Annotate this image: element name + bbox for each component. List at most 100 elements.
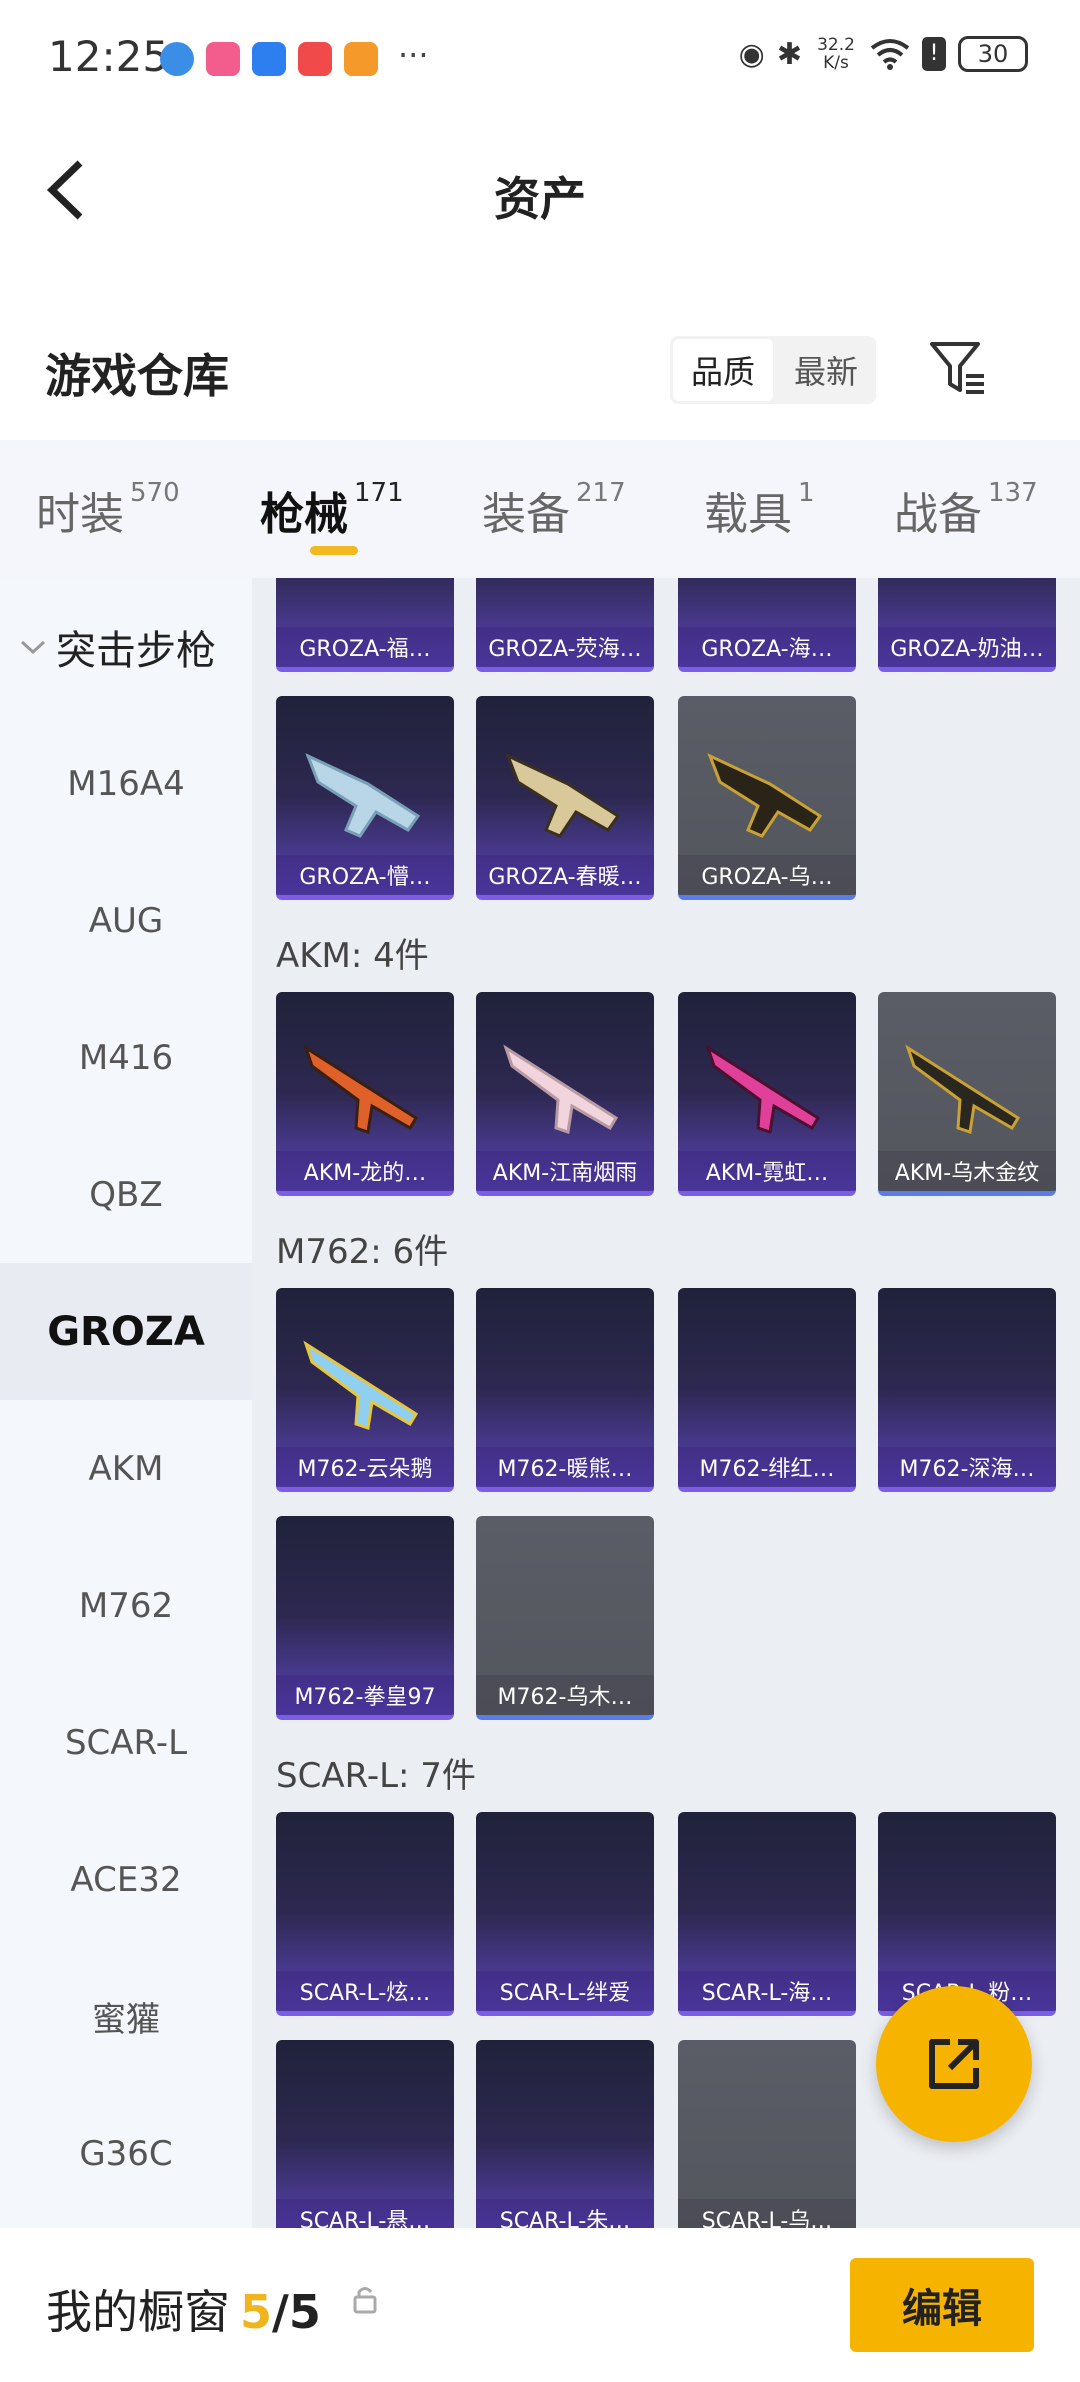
tab-label: 载具 <box>704 489 792 540</box>
sidebar-item-akm[interactable]: AKM <box>0 1400 252 1537</box>
skin-card[interactable]: M762-拳皇97 <box>276 1516 454 1720</box>
shop-app-icon <box>298 42 332 76</box>
edit-button[interactable]: 编辑 <box>850 2258 1034 2352</box>
bluetooth-app-icon <box>252 42 286 76</box>
tab-equipment[interactable]: 装备 217 <box>482 478 626 542</box>
weapon-type-sidebar: 突击步枪 M16A4 AUG M416 QBZ GROZA AKM M762 S… <box>0 578 252 2228</box>
skin-card[interactable]: SCAR-L-悬… <box>276 2040 454 2228</box>
showcase-title: 我的橱窗 5/5 <box>46 2276 321 2342</box>
skin-card[interactable]: M762-乌木… <box>476 1516 654 1720</box>
sidebar-item-aug[interactable]: AUG <box>0 852 252 989</box>
network-speed: 32.2 K/s <box>814 36 858 72</box>
tab-label: 战备 <box>894 489 982 540</box>
skin-card[interactable]: GROZA-荧海… <box>476 578 654 672</box>
skin-card[interactable]: AKM-乌木金纹 <box>878 992 1056 1196</box>
skin-card[interactable]: SCAR-L-粉… <box>878 1812 1056 2016</box>
status-time: 12:25 <box>48 32 170 81</box>
skin-name: M762-暖熊… <box>476 1447 654 1487</box>
skin-name: GROZA-懵… <box>276 855 454 895</box>
more-notifications-icon: ··· <box>398 36 429 74</box>
sidebar-item-qbz[interactable]: QBZ <box>0 1126 252 1263</box>
eye-icon: ◉ <box>738 36 765 72</box>
notification-icons <box>160 42 378 76</box>
sidebar-item-scar-l[interactable]: SCAR-L <box>0 1674 252 1811</box>
skin-name: AKM-江南烟雨 <box>476 1151 654 1191</box>
skin-card[interactable]: SCAR-L-乌… <box>678 2040 856 2228</box>
skin-name: SCAR-L-乌… <box>678 2199 856 2228</box>
page-title: 资产 <box>494 172 586 226</box>
skin-card[interactable]: M762-深海… <box>878 1288 1056 1492</box>
skin-card[interactable]: M762-绯红… <box>678 1288 856 1492</box>
tab-count: 570 <box>130 478 180 508</box>
sidebar-item-honey-badger[interactable]: 蜜獾 <box>0 1948 252 2085</box>
status-right: ◉ ✱ 32.2 K/s ! 30 <box>739 36 1028 72</box>
group-label-m762: M762: 6件 <box>276 1232 449 1272</box>
skin-name: M762-拳皇97 <box>276 1675 454 1715</box>
share-fab-button[interactable] <box>876 1986 1032 2142</box>
skin-card[interactable]: M762-暖熊… <box>476 1288 654 1492</box>
skin-card[interactable]: GROZA-海… <box>678 578 856 672</box>
lock-icon <box>353 2287 377 2314</box>
akm-skin-image <box>705 1044 821 1134</box>
sort-latest-button[interactable]: 最新 <box>776 336 876 404</box>
speed-unit: K/s <box>823 53 849 73</box>
skin-card[interactable]: M762-云朵鹅 <box>276 1288 454 1492</box>
skin-card[interactable]: AKM-霓虹… <box>678 992 856 1196</box>
skin-name: GROZA-海… <box>678 627 856 667</box>
skin-name: AKM-霓虹… <box>678 1151 856 1191</box>
active-tab-indicator <box>310 546 358 555</box>
filter-icon[interactable] <box>928 338 988 398</box>
tab-label: 枪械 <box>260 489 348 540</box>
warehouse-header: 游戏仓库 品质 最新 <box>0 300 1080 440</box>
skin-card[interactable]: GROZA-乌… <box>678 696 856 900</box>
sort-quality-button[interactable]: 品质 <box>673 339 773 401</box>
sidebar-item-groza[interactable]: GROZA <box>0 1263 252 1400</box>
sidebar-category-assault-rifles[interactable]: 突击步枪 <box>0 578 252 715</box>
weapon-grid: GROZA-福… GROZA-荧海… GROZA-海… GROZA-奶油… GR… <box>252 578 1080 2228</box>
skin-name: M762-云朵鹅 <box>276 1447 454 1487</box>
skin-card[interactable]: GROZA-懵… <box>276 696 454 900</box>
skin-card[interactable]: GROZA-春暖… <box>476 696 654 900</box>
skin-name: AKM-乌木金纹 <box>878 1151 1056 1191</box>
bluetooth-icon: ✱ <box>776 36 802 72</box>
showcase-separator: / <box>272 2285 289 2339</box>
skin-card[interactable]: GROZA-福… <box>276 578 454 672</box>
showcase-bar: 我的橱窗 5/5 编辑 <box>0 2228 1080 2382</box>
skin-card[interactable]: SCAR-L-朱… <box>476 2040 654 2228</box>
tab-count: 217 <box>576 478 626 508</box>
skin-card[interactable]: SCAR-L-炫… <box>276 1812 454 2016</box>
skin-name: GROZA-春暖… <box>476 855 654 895</box>
skin-card[interactable]: AKM-龙的… <box>276 992 454 1196</box>
page-header: 资产 <box>0 125 1080 255</box>
sidebar-item-g36c[interactable]: G36C <box>0 2085 252 2222</box>
skin-card[interactable]: AKM-江南烟雨 <box>476 992 654 1196</box>
groza-skin-image <box>505 753 621 838</box>
sidebar-item-ace32[interactable]: ACE32 <box>0 1811 252 1948</box>
skin-name: M762-绯红… <box>678 1447 856 1487</box>
skin-card[interactable]: SCAR-L-海… <box>678 1812 856 2016</box>
tab-label: 装备 <box>482 489 570 540</box>
sidebar-item-m416[interactable]: M416 <box>0 989 252 1126</box>
skin-card[interactable]: GROZA-奶油… <box>878 578 1056 672</box>
status-bar: 12:25 ··· ◉ ✱ 32.2 K/s ! 30 <box>0 0 1080 125</box>
showcase-current: 5 <box>240 2285 273 2339</box>
skin-name: GROZA-荧海… <box>476 627 654 667</box>
sidebar-item-m762[interactable]: M762 <box>0 1537 252 1674</box>
external-link-icon <box>929 2039 979 2089</box>
sidebar-category-label: 突击步枪 <box>56 627 216 674</box>
skin-name: SCAR-L-炫… <box>276 1971 454 2011</box>
tab-weapons[interactable]: 枪械 171 <box>260 478 404 542</box>
alert-icon: ! <box>922 37 946 71</box>
skin-name: AKM-龙的… <box>276 1151 454 1191</box>
skin-name: SCAR-L-绊爱 <box>476 1971 654 2011</box>
showcase-label: 我的橱窗 <box>46 2285 230 2339</box>
battery-indicator: 30 <box>958 36 1028 72</box>
skin-name: SCAR-L-悬… <box>276 2199 454 2228</box>
tab-vehicles[interactable]: 载具 1 <box>704 478 815 542</box>
tab-outfits[interactable]: 时装 570 <box>36 478 180 542</box>
tab-supplies[interactable]: 战备 137 <box>894 478 1038 542</box>
sidebar-item-m16a4[interactable]: M16A4 <box>0 715 252 852</box>
skin-card[interactable]: SCAR-L-绊爱 <box>476 1812 654 2016</box>
skin-name: GROZA-奶油… <box>878 627 1056 667</box>
browser-app-icon <box>160 42 194 76</box>
